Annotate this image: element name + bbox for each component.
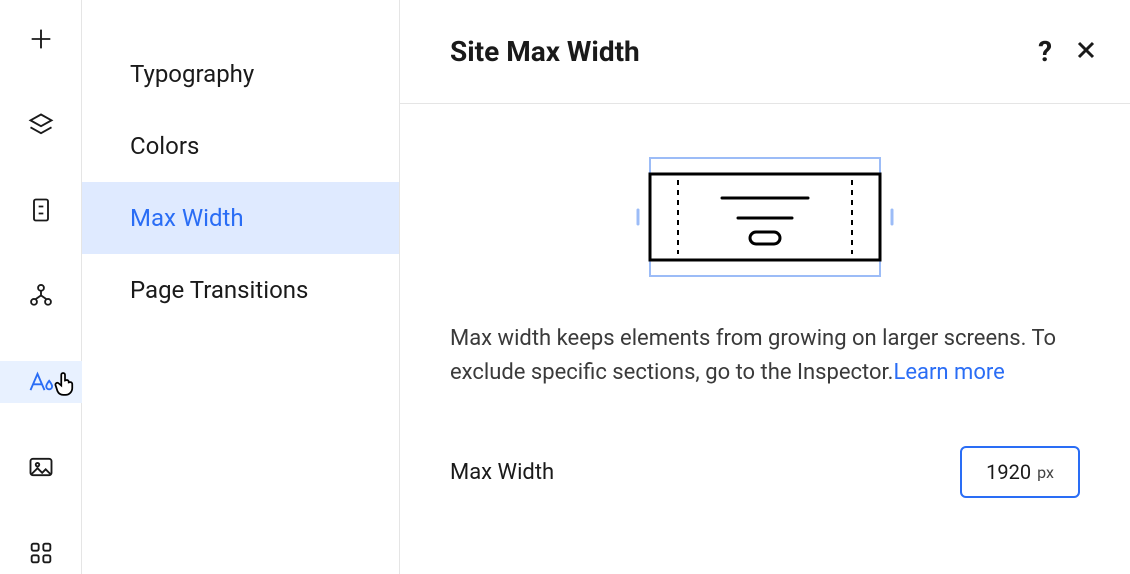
rail-cms[interactable]	[0, 275, 82, 317]
plus-icon	[27, 25, 55, 53]
nav-item-colors[interactable]: Colors	[82, 110, 399, 182]
grid-icon	[27, 539, 55, 567]
panel-header: Site Max Width ?	[400, 0, 1130, 104]
description: Max width keeps elements from growing on…	[450, 322, 1080, 390]
max-width-label: Max Width	[450, 460, 554, 485]
panel-body: Max width keeps elements from growing on…	[400, 104, 1130, 498]
max-width-input[interactable]: 1920 px	[960, 446, 1080, 498]
layers-icon	[27, 111, 55, 139]
rail-add[interactable]	[0, 18, 82, 60]
image-icon	[27, 453, 55, 481]
rail-pages[interactable]	[0, 189, 82, 231]
rail-styles[interactable]	[0, 361, 82, 403]
nav-item-label: Colors	[130, 132, 199, 160]
panel-title: Site Max Width	[450, 35, 1038, 68]
style-nav: Typography Colors Max Width Page Transit…	[82, 0, 400, 574]
learn-more-link[interactable]: Learn more	[893, 360, 1004, 385]
max-width-value: 1920	[986, 460, 1031, 484]
header-actions: ?	[1038, 38, 1098, 66]
settings-panel: Site Max Width ? Max width keeps elemen	[400, 0, 1130, 574]
help-button[interactable]: ?	[1038, 38, 1052, 66]
nav-item-page-transitions[interactable]: Page Transitions	[82, 254, 399, 326]
page-icon	[27, 196, 55, 224]
rail-apps[interactable]	[0, 532, 82, 574]
close-button[interactable]	[1074, 38, 1098, 66]
nav-item-max-width[interactable]: Max Width	[82, 182, 399, 254]
max-width-illustration	[450, 152, 1080, 282]
icon-rail	[0, 0, 82, 574]
rail-assets[interactable]	[0, 447, 82, 489]
nav-item-typography[interactable]: Typography	[82, 38, 399, 110]
max-width-unit: px	[1037, 463, 1054, 482]
close-icon	[1074, 38, 1098, 62]
typography-drop-icon	[27, 368, 55, 396]
nav-item-label: Typography	[130, 60, 254, 88]
rail-layers[interactable]	[0, 104, 82, 146]
max-width-field-row: Max Width 1920 px	[450, 446, 1080, 498]
nav-item-label: Max Width	[130, 204, 244, 232]
nodes-icon	[27, 282, 55, 310]
nav-item-label: Page Transitions	[130, 276, 308, 304]
